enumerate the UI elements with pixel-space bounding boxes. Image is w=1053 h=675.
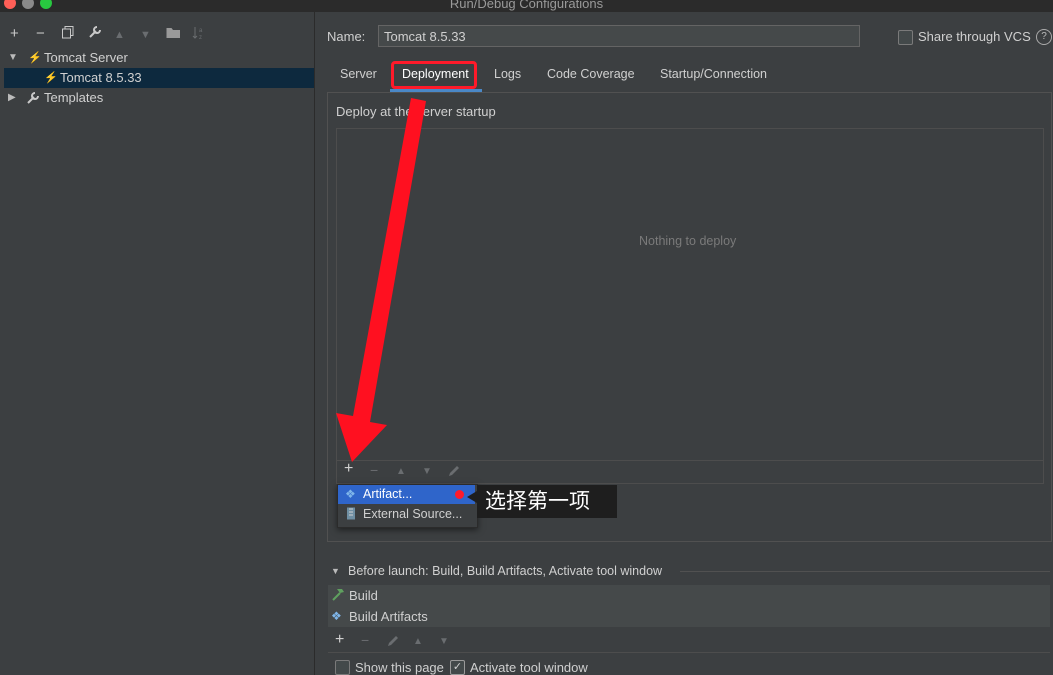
tree-item-templates[interactable]: ▶ Templates xyxy=(4,88,314,108)
archive-icon xyxy=(346,507,356,523)
annotation-dot xyxy=(455,490,464,499)
deployment-group-title: Deploy at the server startup xyxy=(336,104,500,119)
before-launch-item-build-artifacts[interactable]: ❖ Build Artifacts xyxy=(328,606,1050,627)
chevron-down-icon[interactable]: ▼ xyxy=(8,48,18,68)
before-launch-toolbar xyxy=(328,627,1050,653)
configurations-sidebar: + − ▲ ▼ az ▼ ⚡ Tomcat Server ⚡ Tomcat 8.… xyxy=(0,12,315,675)
move-down-button[interactable]: ▼ xyxy=(422,466,432,477)
pencil-icon[interactable] xyxy=(448,464,461,480)
activate-tool-window-checkbox[interactable]: ✓ xyxy=(450,660,465,675)
tree-item-label: Templates xyxy=(44,90,104,105)
artifact-icon: ❖ xyxy=(345,487,356,501)
name-input[interactable] xyxy=(378,25,860,47)
share-through-vcs-label: Share through VCS xyxy=(918,29,1031,44)
tab-logs[interactable]: Logs xyxy=(494,67,521,81)
divider xyxy=(680,571,1050,572)
tab-code-coverage[interactable]: Code Coverage xyxy=(547,67,635,81)
title-bar: Run/Debug Configurations xyxy=(0,0,1053,12)
sort-icon[interactable]: az xyxy=(192,26,204,43)
svg-text:z: z xyxy=(199,35,202,40)
svg-text:a: a xyxy=(199,28,203,34)
hammer-icon xyxy=(331,586,345,607)
remove-configuration-button[interactable]: − xyxy=(36,26,45,41)
deployment-toolbar xyxy=(336,459,1044,484)
share-through-vcs-checkbox[interactable] xyxy=(898,30,913,45)
remove-task-button[interactable]: − xyxy=(361,632,369,648)
chevron-down-icon[interactable]: ▼ xyxy=(331,566,340,576)
move-up-button[interactable]: ▲ xyxy=(413,636,423,647)
window-title: Run/Debug Configurations xyxy=(449,0,604,11)
folder-icon[interactable] xyxy=(166,26,181,42)
menu-item-artifact-label: Artifact... xyxy=(363,487,413,501)
before-launch-title[interactable]: Before launch: Build, Build Artifacts, A… xyxy=(348,564,662,578)
deployment-list[interactable] xyxy=(336,128,1044,461)
add-task-button[interactable]: + xyxy=(335,631,344,649)
add-configuration-button[interactable]: + xyxy=(10,26,19,41)
tab-server[interactable]: Server xyxy=(340,67,377,81)
show-this-page-label: Show this page xyxy=(355,660,444,675)
menu-item-external-source[interactable]: External Source... xyxy=(363,507,462,521)
remove-deployment-button[interactable]: − xyxy=(370,462,378,478)
tree-item-tomcat-8-5-33[interactable]: ⚡ Tomcat 8.5.33 xyxy=(4,68,314,88)
activate-tool-window-label: Activate tool window xyxy=(470,660,588,675)
move-down-button[interactable]: ▼ xyxy=(140,28,151,43)
empty-deploy-text: Nothing to deploy xyxy=(639,234,737,248)
wrench-icon[interactable] xyxy=(88,25,102,42)
pencil-icon[interactable] xyxy=(387,634,400,650)
chevron-right-icon[interactable]: ▶ xyxy=(8,88,16,108)
tree-item-tomcat-server[interactable]: ▼ ⚡ Tomcat Server xyxy=(4,48,314,68)
tree-item-label: Tomcat Server xyxy=(44,50,128,65)
wrench-icon xyxy=(26,91,40,111)
before-launch-item-label: Build xyxy=(349,588,378,603)
tomcat-icon: ⚡ xyxy=(44,72,58,84)
tomcat-icon: ⚡ xyxy=(28,52,42,64)
move-down-button[interactable]: ▼ xyxy=(439,636,449,647)
add-deployment-button[interactable]: + xyxy=(344,460,353,478)
before-launch-item-label: Build Artifacts xyxy=(349,609,428,624)
name-label: Name: xyxy=(327,29,366,44)
annotation-pointer xyxy=(467,491,477,503)
before-launch-item-build[interactable]: Build xyxy=(328,585,1050,606)
move-up-button[interactable]: ▲ xyxy=(114,28,125,43)
tab-highlight-annotation xyxy=(391,61,477,89)
annotation-callout: 选择第一项 xyxy=(477,485,617,518)
copy-icon[interactable] xyxy=(62,26,74,42)
show-this-page-checkbox[interactable] xyxy=(335,660,350,675)
move-up-button[interactable]: ▲ xyxy=(396,466,406,477)
tab-startup-connection[interactable]: Startup/Connection xyxy=(660,67,767,81)
help-icon[interactable]: ? xyxy=(1036,29,1052,45)
tree-item-label: Tomcat 8.5.33 xyxy=(60,70,142,85)
configuration-tree: ▼ ⚡ Tomcat Server ⚡ Tomcat 8.5.33 ▶ Temp… xyxy=(4,48,314,108)
artifact-icon: ❖ xyxy=(331,609,342,623)
